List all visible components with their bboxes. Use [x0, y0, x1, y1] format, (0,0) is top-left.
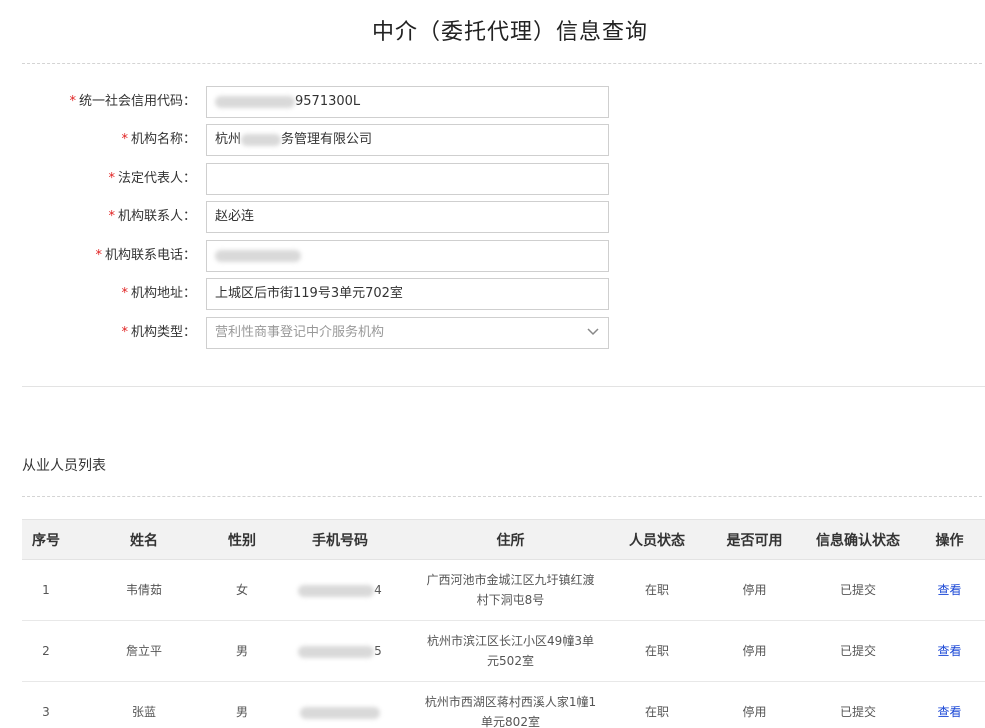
- view-link[interactable]: 查看: [937, 705, 961, 719]
- cell-status: 在职: [607, 559, 707, 621]
- form-row-org-type: * 机构类型： 营利性商事登记中介服务机构: [22, 317, 622, 349]
- chevron-down-icon: [587, 328, 599, 336]
- table-header-row: 序号 姓名 性别 手机号码 住所 人员状态 是否可用 信息确认状态 操作: [22, 519, 985, 560]
- form-row-credit-code: * 统一社会信用代码： 9571300L: [22, 86, 622, 118]
- staff-table: 序号 姓名 性别 手机号码 住所 人员状态 是否可用 信息确认状态 操作 1 韦…: [22, 519, 985, 728]
- col-header-name: 姓名: [70, 519, 218, 560]
- form-row-legal-rep: * 法定代表人：: [22, 163, 622, 195]
- org-name-field[interactable]: 杭州 务管理有限公司: [206, 124, 609, 156]
- cell-name: 张蓝: [70, 681, 218, 728]
- required-mark: *: [108, 171, 115, 186]
- address-field[interactable]: 上城区后市街119号3单元702室: [206, 278, 609, 310]
- form-row-phone: * 机构联系电话：: [22, 240, 622, 272]
- cell-action: 查看: [914, 620, 985, 682]
- redacted-text: [298, 645, 375, 658]
- legal-rep-field[interactable]: [206, 163, 609, 195]
- address-label: 机构地址：: [130, 286, 196, 301]
- form-row-contact: * 机构联系人： 赵必连: [22, 201, 622, 233]
- col-header-confirm: 信息确认状态: [802, 519, 914, 560]
- cell-phone: 4: [266, 559, 414, 621]
- cell-index: 2: [22, 620, 70, 682]
- cell-confirm: 已提交: [802, 620, 914, 682]
- redacted-text: [298, 584, 375, 597]
- cell-phone: 5: [266, 620, 414, 682]
- contact-label: 机构联系人：: [117, 209, 196, 224]
- cell-action: 查看: [914, 681, 985, 728]
- cell-index: 1: [22, 559, 70, 621]
- redacted-text: [241, 133, 282, 146]
- cell-address: 广西河池市金城江区九圩镇红渡村下洞屯8号: [414, 559, 607, 621]
- staff-section-title: 从业人员列表: [22, 458, 106, 474]
- table-row: 2 詹立平 男 5 杭州市滨江区长江小区49幢3单元502室 在职 停用 已提交…: [22, 620, 985, 682]
- section-divider: [22, 386, 985, 387]
- page-title: 中介（委托代理）信息查询: [371, 20, 648, 45]
- required-mark: *: [69, 94, 76, 109]
- cell-status: 在职: [607, 620, 707, 682]
- cell-phone: [266, 681, 414, 728]
- cell-confirm: 已提交: [802, 559, 914, 621]
- legal-rep-label: 法定代表人：: [117, 171, 196, 186]
- redacted-text: [300, 706, 380, 719]
- col-header-address: 住所: [414, 519, 607, 560]
- view-link[interactable]: 查看: [937, 583, 961, 597]
- cell-available: 停用: [707, 620, 802, 682]
- required-mark: *: [121, 132, 128, 147]
- contact-field[interactable]: 赵必连: [206, 201, 609, 233]
- col-header-status: 人员状态: [607, 519, 707, 560]
- cell-address: 杭州市滨江区长江小区49幢3单元502室: [414, 620, 607, 682]
- table-row: 1 韦倩茹 女 4 广西河池市金城江区九圩镇红渡村下洞屯8号 在职 停用 已提交…: [22, 559, 985, 621]
- cell-gender: 男: [218, 681, 266, 728]
- cell-available: 停用: [707, 681, 802, 728]
- col-header-action: 操作: [914, 519, 985, 560]
- cell-gender: 男: [218, 620, 266, 682]
- cell-available: 停用: [707, 559, 802, 621]
- required-mark: *: [121, 286, 128, 301]
- required-mark: *: [108, 209, 115, 224]
- col-header-phone: 手机号码: [266, 519, 414, 560]
- credit-code-label: 统一社会信用代码：: [78, 94, 196, 109]
- col-header-index: 序号: [22, 519, 70, 560]
- cell-address: 杭州市西湖区蒋村西溪人家1幢1单元802室: [414, 681, 607, 728]
- cell-confirm: 已提交: [802, 681, 914, 728]
- section-title-divider: [22, 496, 982, 497]
- form-row-org-name: * 机构名称： 杭州 务管理有限公司: [22, 124, 622, 156]
- credit-code-field[interactable]: 9571300L: [206, 86, 609, 118]
- cell-gender: 女: [218, 559, 266, 621]
- phone-label: 机构联系电话：: [104, 248, 196, 263]
- required-mark: *: [121, 325, 128, 340]
- cell-index: 3: [22, 681, 70, 728]
- view-link[interactable]: 查看: [937, 644, 961, 658]
- form-row-address: * 机构地址： 上城区后市街119号3单元702室: [22, 278, 622, 310]
- table-row: 3 张蓝 男 杭州市西湖区蒋村西溪人家1幢1单元802室 在职 停用 已提交 查…: [22, 681, 985, 728]
- cell-status: 在职: [607, 681, 707, 728]
- phone-field[interactable]: [206, 240, 609, 272]
- org-name-label: 机构名称：: [130, 132, 196, 147]
- cell-action: 查看: [914, 559, 985, 621]
- col-header-available: 是否可用: [707, 519, 802, 560]
- title-divider: [22, 63, 982, 64]
- required-mark: *: [95, 248, 102, 263]
- redacted-text: [215, 249, 301, 262]
- redacted-text: [215, 95, 295, 108]
- col-header-gender: 性别: [218, 519, 266, 560]
- cell-name: 韦倩茹: [70, 559, 218, 621]
- org-type-label: 机构类型：: [130, 325, 196, 340]
- org-type-select[interactable]: 营利性商事登记中介服务机构: [206, 317, 609, 349]
- cell-name: 詹立平: [70, 620, 218, 682]
